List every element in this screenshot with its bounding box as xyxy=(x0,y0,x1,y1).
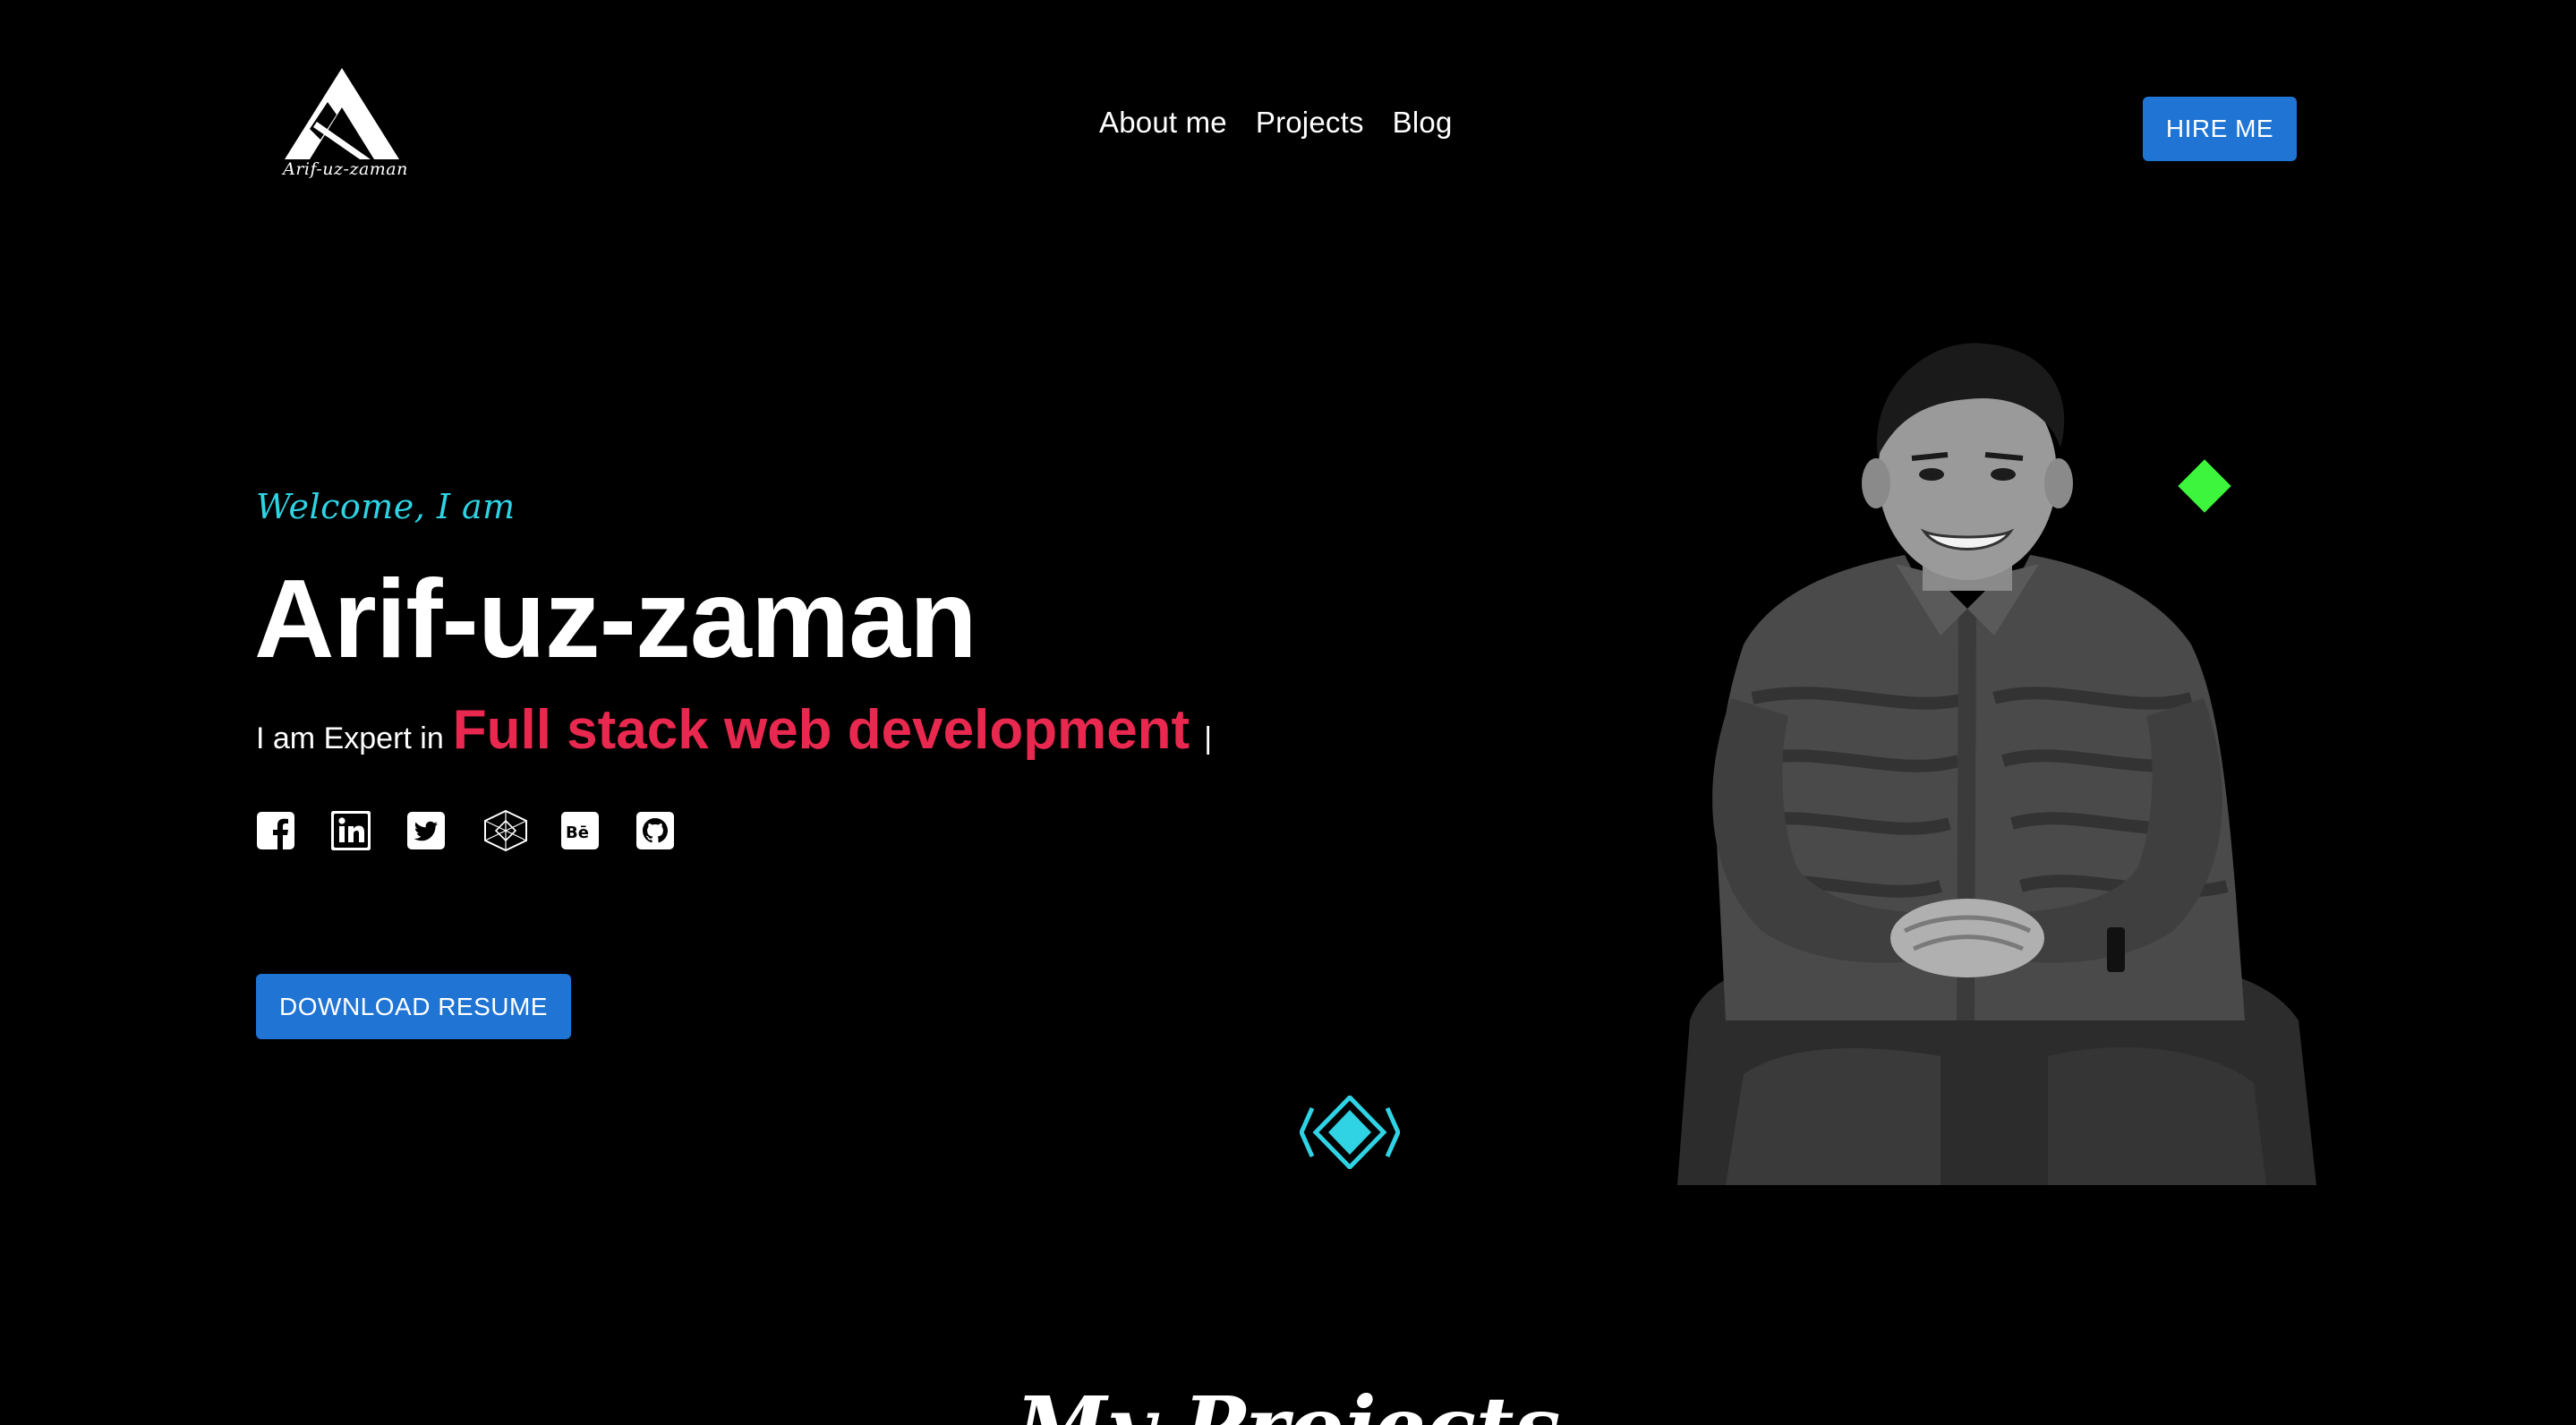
social-links: Bē xyxy=(256,809,711,852)
download-resume-button[interactable]: DOWNLOAD RESUME xyxy=(256,974,571,1039)
section-title: My Projects xyxy=(0,1386,2576,1425)
logo[interactable]: Arif-uz-zaman xyxy=(274,66,410,192)
svg-text:Bē: Bē xyxy=(566,823,589,842)
facebook-icon[interactable] xyxy=(256,811,295,850)
portrait-image xyxy=(1672,340,2320,1185)
welcome-text: Welcome, I am xyxy=(256,487,516,526)
typing-cursor: | xyxy=(1204,721,1213,755)
cyan-diamond-decoration xyxy=(1299,1094,1401,1173)
behance-icon[interactable]: Bē xyxy=(560,811,600,850)
codepen-icon[interactable] xyxy=(482,809,530,852)
hire-me-button[interactable]: HIRE ME xyxy=(2143,97,2297,161)
hero-name: Arif-uz-zaman xyxy=(254,558,977,681)
hero-tagline: I am Expert in Full stack web developmen… xyxy=(256,698,1212,762)
tagline-skill: Full stack web development xyxy=(452,699,1190,761)
tagline-prefix: I am Expert in xyxy=(256,721,444,755)
linkedin-icon[interactable] xyxy=(331,811,371,850)
twitter-icon[interactable] xyxy=(406,811,446,850)
page: Arif-uz-zaman About me Projects Blog HIR… xyxy=(0,0,2576,1425)
nav-projects[interactable]: Projects xyxy=(1256,106,1364,140)
logo-mark-icon xyxy=(285,68,399,159)
github-icon[interactable] xyxy=(635,811,675,850)
nav-about-me[interactable]: About me xyxy=(1099,106,1227,140)
nav-blog[interactable]: Blog xyxy=(1393,106,1453,140)
logo-text: Arif-uz-zaman xyxy=(283,159,408,179)
main-nav: About me Projects Blog xyxy=(1099,106,1453,140)
